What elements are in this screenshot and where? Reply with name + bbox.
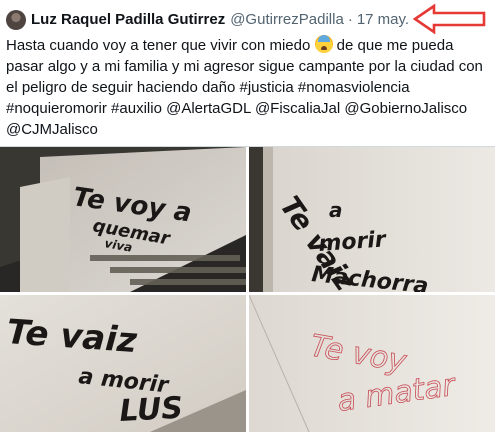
- graffiti-text: LUS: [119, 391, 184, 429]
- author-avatar[interactable]: [6, 10, 26, 30]
- tweet-text-segment: Hasta cuando voy a tener que vivir con m…: [6, 37, 311, 54]
- media-grid: Te voy a quemar viva Te vaiz a morir Mac…: [0, 146, 495, 432]
- photo-2[interactable]: Te vaiz a morir Machorra: [249, 147, 495, 292]
- photo-3[interactable]: Te vaiz a morir LUS: [0, 295, 246, 432]
- photo-1[interactable]: Te voy a quemar viva: [0, 147, 246, 292]
- graffiti-text: a: [329, 198, 343, 222]
- red-arrow-annotation-icon: [412, 3, 486, 35]
- tweet-text-line-4: #noquieromorir #auxilio @AlertaGDL @Fisc…: [6, 100, 468, 117]
- tweet-header: Luz Raquel Padilla Gutirrez @GutirrezPad…: [31, 10, 409, 30]
- tweet-text-line-3: el peligro de seguir haciendo daño #just…: [6, 79, 410, 96]
- author-name[interactable]: Luz Raquel Padilla Gutirrez: [31, 10, 225, 30]
- tweet-text-line-2: pasar algo y a mi familia y mi agresor s…: [6, 58, 483, 75]
- photo-3-image: Te vaiz a morir LUS: [0, 295, 246, 432]
- graffiti-text: morir: [318, 227, 388, 257]
- tweet-text-line-5: @CJMJalisco: [6, 121, 98, 138]
- photo-4[interactable]: Te voy a matar: [249, 295, 495, 432]
- tweet-timestamp[interactable]: 17 may.: [357, 10, 409, 30]
- tweet-text: Hasta cuando voy a tener que vivir con m…: [6, 35, 492, 140]
- tweet-text-segment: de que me pueda: [332, 37, 454, 54]
- photo-2-image: Te vaiz a morir Machorra: [249, 147, 495, 292]
- tweet-card[interactable]: Luz Raquel Padilla Gutirrez @GutirrezPad…: [0, 0, 495, 432]
- photo-4-image: Te voy a matar: [249, 295, 495, 432]
- header-separator: ·: [347, 11, 353, 28]
- photo-1-image: Te voy a quemar viva: [0, 147, 246, 292]
- author-handle[interactable]: @GutirrezPadilla: [230, 10, 344, 30]
- anxious-face-emoji-icon: [314, 35, 333, 53]
- tweet-text-line-1: Hasta cuando voy a tener que vivir con m…: [6, 35, 492, 56]
